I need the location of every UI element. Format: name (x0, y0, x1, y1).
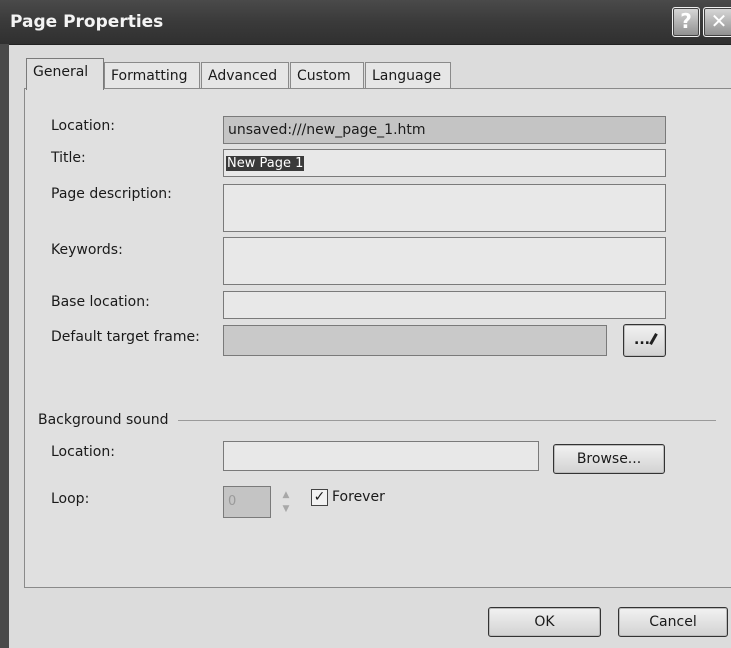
help-icon: ? (680, 9, 692, 33)
keywords-label: Keywords: (51, 242, 123, 258)
location-label: Location: (51, 118, 115, 134)
page-description-input[interactable] (223, 184, 666, 232)
loop-spinner[interactable]: ▲ ▼ (275, 487, 297, 519)
sound-location-input[interactable] (223, 441, 539, 471)
title-value: New Page 1 (226, 156, 305, 171)
forever-label: Forever (332, 489, 385, 505)
tab-advanced[interactable]: Advanced (201, 62, 289, 89)
base-location-input[interactable] (223, 291, 666, 319)
tab-label: Language (372, 68, 442, 84)
tab-label: Custom (297, 68, 351, 84)
default-target-frame-input[interactable] (223, 325, 607, 356)
window-title: Page Properties (10, 12, 164, 32)
tab-label: General (33, 64, 89, 80)
tab-language[interactable]: Language (365, 62, 451, 89)
help-button[interactable]: ? (672, 7, 700, 37)
tab-label: Formatting (111, 68, 188, 84)
cancel-button[interactable]: Cancel (618, 607, 728, 637)
title-input[interactable]: New Page 1 (223, 149, 666, 177)
loop-count-input[interactable]: 0 (223, 486, 271, 518)
keywords-input[interactable] (223, 237, 666, 285)
window-frame-left (0, 44, 9, 648)
base-location-label: Base location: (51, 294, 150, 310)
target-frame-button-label: ... (634, 332, 650, 348)
sound-location-label: Location: (51, 444, 115, 460)
title-label: Title: (51, 150, 86, 166)
tab-formatting[interactable]: Formatting (104, 62, 200, 89)
loop-count-value: 0 (228, 494, 237, 509)
tab-custom[interactable]: Custom (290, 62, 364, 89)
target-frame-button[interactable]: ... (623, 324, 666, 357)
forever-checkbox[interactable]: ✓ (311, 489, 328, 506)
close-button[interactable]: ✕ (703, 7, 731, 37)
browse-button[interactable]: Browse... (553, 444, 665, 474)
ok-button[interactable]: OK (488, 607, 601, 637)
page-description-label: Page description: (51, 186, 172, 202)
checkmark-icon: ✓ (313, 489, 326, 505)
spin-down-icon[interactable]: ▼ (275, 503, 297, 519)
loop-label: Loop: (51, 491, 90, 507)
browse-button-label: Browse... (576, 451, 642, 467)
title-bar: Page Properties ? ✕ (0, 0, 731, 45)
pencil-icon (649, 333, 658, 345)
close-icon: ✕ (710, 9, 728, 33)
ok-button-label: OK (534, 614, 555, 630)
tab-general[interactable]: General (26, 58, 104, 90)
tab-label: Advanced (208, 68, 278, 84)
cancel-button-label: Cancel (649, 614, 697, 630)
background-sound-group-label: Background sound (38, 412, 169, 428)
location-field: unsaved:///new_page_1.htm (223, 116, 666, 144)
group-divider (178, 420, 716, 421)
spin-up-icon[interactable]: ▲ (275, 487, 297, 503)
default-target-frame-label: Default target frame: (51, 329, 200, 345)
location-value: unsaved:///new_page_1.htm (228, 122, 426, 138)
